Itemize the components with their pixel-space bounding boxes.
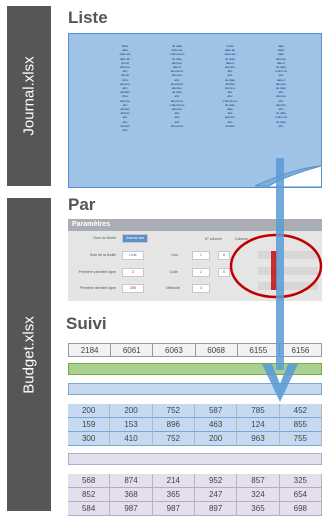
param-lieu-field[interactable]: 1 [192,251,210,260]
table-cell: 325 [279,474,322,488]
table-cell: 896 [152,418,195,432]
down-arrow-icon [262,158,298,402]
table-cell: 963 [237,432,280,446]
param-sheet-field[interactable]: Liste [122,251,144,260]
table-cell: 200 [194,432,238,446]
table-cell: 463 [194,418,238,432]
table-cell: 368 [110,488,153,502]
par-title: Par [68,195,96,214]
param-last-field[interactable]: 200 [122,284,144,293]
table-row: 568 874 214 952 857 325 [68,474,322,488]
param-filename-field[interactable]: Journal.xlsx [122,234,148,243]
table-cell: 200 [110,404,153,418]
table-cell: 214 [152,474,195,488]
param-label-last: Première dernière ligne [79,286,116,290]
table-cell: 952 [194,474,238,488]
table-cell: 153 [110,418,153,432]
param-label-sheet: Nom de la feuille [89,253,116,257]
table-cell: 874 [110,474,153,488]
param-label-filename: Nom du fichier [93,236,116,240]
table-cell: 159 [68,418,111,432]
table-row: 852 368 365 247 324 654 [68,488,322,502]
param-label-methode: Méthode [166,286,180,290]
table-cell: 568 [68,474,111,488]
table-cell: 987 [110,502,153,516]
table-cell: 698 [279,502,322,516]
liste-column-1: Date date date ate date ab 4mois abonne abc 4mo… [119,44,131,133]
param-label-ncol: N° colonne [204,237,222,241]
table-cell: 755 [279,432,322,446]
table-cell: 897 [194,502,238,516]
table-cell: 365 [237,502,280,516]
table-cell: 857 [237,474,280,488]
liste-column-4: date Date date abonne date d de date L'abo LA a… [275,44,287,128]
table-cell: 247 [194,488,238,502]
table-row: 584 987 987 897 365 698 [68,502,322,516]
table-cell: 410 [110,432,153,446]
param-label-first: Première première ligne [78,270,116,274]
table-row: 159 153 896 463 124 855 [68,418,322,432]
param-first-field[interactable]: 2 [122,268,144,277]
purple-band [68,453,322,465]
liste-column-3: Code date ab date ate de date date d abonne ab… [222,44,238,128]
param-methode-field[interactable]: 3 [192,284,210,293]
liste-title: Liste [68,8,108,27]
table-cell: 855 [279,418,322,432]
liste-column-2: de date date ate L'abonnem de date abonne dat… [169,44,185,128]
param-label-lieu: Lieu [171,253,178,257]
suivi-title: Suivi [66,314,107,333]
table-cell: 300 [68,432,111,446]
table-cell: 852 [68,488,111,502]
table-cell: 752 [152,432,195,446]
table-cell: 584 [68,502,111,516]
table-row: 300 410 752 200 963 755 [68,432,322,446]
budget-file-bar: Budget.xlsx [7,198,51,511]
journal-file-label: Journal.xlsx [20,56,38,136]
table-cell: 324 [237,488,280,502]
table-cell: 654 [279,488,322,502]
journal-file-bar: Journal.xlsx [7,6,51,186]
header-cell: 6068 [195,343,238,357]
table-cell: 124 [237,418,280,432]
table-cell: 200 [68,404,111,418]
param-code-field[interactable]: 2 [192,268,210,277]
header-cell: 6063 [153,343,196,357]
header-cell: 2184 [68,343,112,357]
table-cell: 587 [194,404,238,418]
param-label-code: Code [169,270,178,274]
budget-file-label: Budget.xlsx [20,315,38,394]
header-cell: 6061 [111,343,154,357]
table-cell: 987 [152,502,195,516]
table-cell: 752 [152,404,195,418]
table-cell: 365 [152,488,195,502]
